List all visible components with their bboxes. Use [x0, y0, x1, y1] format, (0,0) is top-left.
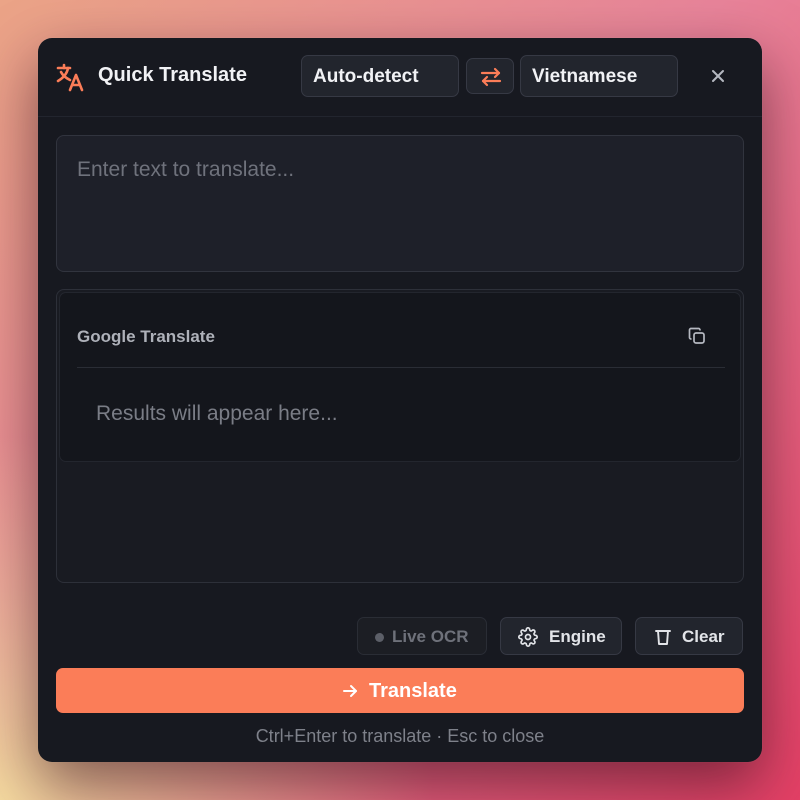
- clear-label: Clear: [682, 627, 725, 646]
- trash-icon: [655, 630, 671, 645]
- results-panel: Google Translate Results will appear her…: [56, 289, 744, 583]
- close-button[interactable]: [704, 62, 732, 90]
- engine-name: Google Translate: [77, 327, 215, 346]
- gear-icon: [518, 627, 538, 647]
- engine-label: Engine: [549, 627, 606, 646]
- card-divider: [77, 367, 725, 368]
- source-text-input[interactable]: [56, 135, 744, 272]
- target-language-select[interactable]: Vietnamese: [520, 55, 678, 97]
- live-ocr-button[interactable]: Live OCR: [357, 617, 487, 655]
- target-language-label: Vietnamese: [532, 66, 638, 87]
- translate-icon: [55, 62, 87, 94]
- keyboard-hint: Ctrl+Enter to translate · Esc to close: [255, 726, 545, 746]
- live-ocr-label: Live OCR: [392, 627, 469, 646]
- app-title: Quick Translate: [98, 64, 247, 86]
- live-ocr-status-dot: [375, 633, 384, 642]
- clear-button[interactable]: Clear: [635, 617, 743, 655]
- source-language-label: Auto-detect: [313, 66, 419, 87]
- copy-result-button[interactable]: [684, 323, 710, 349]
- source-language-select[interactable]: Auto-detect: [301, 55, 459, 97]
- title-bar: Quick Translate Auto-detect Vietnamese: [38, 38, 762, 117]
- close-icon: [712, 70, 724, 82]
- swap-languages-button[interactable]: [466, 58, 514, 94]
- copy-icon: [688, 327, 705, 344]
- google-translate-result-card: Google Translate Results will appear her…: [59, 292, 741, 462]
- arrow-right-icon: [343, 685, 357, 697]
- quick-translate-window: Quick Translate Auto-detect Vietnamese E…: [38, 38, 762, 762]
- translate-label: Translate: [369, 680, 457, 702]
- engine-button[interactable]: Engine: [500, 617, 622, 655]
- swap-arrows-icon: [480, 67, 502, 87]
- translate-button[interactable]: Translate: [56, 668, 744, 713]
- result-placeholder: Results will appear here...: [96, 402, 338, 425]
